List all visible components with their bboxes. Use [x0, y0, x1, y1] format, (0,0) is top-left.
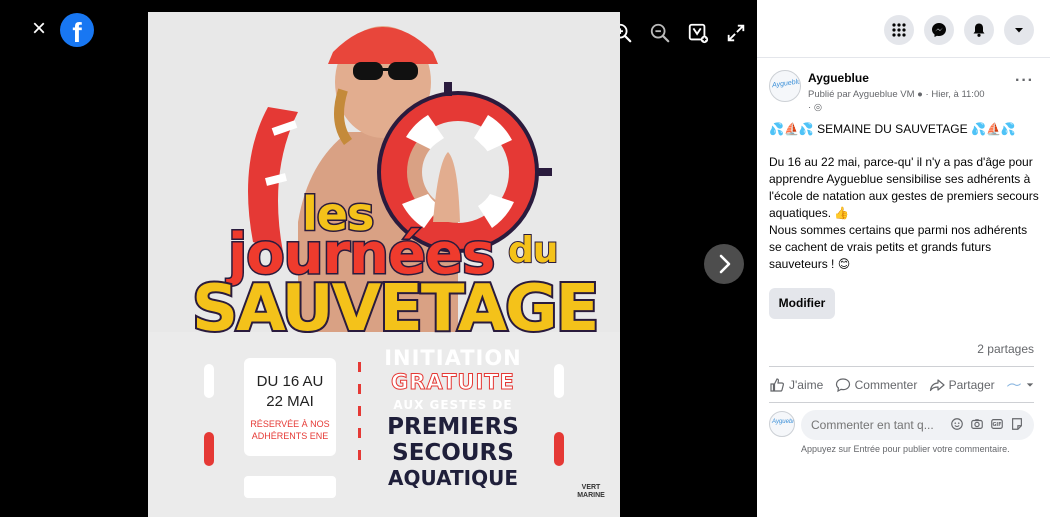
divider: [769, 402, 1034, 403]
post-paragraph-2: Nous sommes certains que parmi nos adhér…: [769, 223, 1028, 271]
brand-line: VERT: [581, 484, 601, 491]
share-label: Partager: [948, 378, 995, 392]
comment-composer: Aygueblue GIF: [769, 410, 1034, 440]
post-meta: Publié par Aygueblue VM ● · Hier, à 11:0…: [808, 88, 1013, 114]
post-header: Aygueblue Aygueblue Publié par Aygueblue…: [757, 58, 1050, 118]
poster-headline-sauvetage: SAUVETAGE: [190, 270, 601, 348]
modify-button[interactable]: Modifier: [769, 288, 835, 319]
public-globe-icon: ◎: [813, 102, 823, 113]
next-photo-button[interactable]: [704, 244, 744, 284]
campaign-poster-image: les journées du SAUVETAGE DU 16 AU 22 MA…: [148, 12, 620, 517]
post-title-line: 💦⛵💦 SEMAINE DU SAUVETAGE 💦⛵💦: [769, 121, 1041, 138]
tag-icon[interactable]: [687, 22, 709, 44]
poster-aquatique: AQUATIQUE: [387, 466, 519, 490]
top-bar: [757, 0, 1050, 58]
poster-aux-gestes: AUX GESTES DE: [393, 398, 513, 412]
comment-tools: GIF: [950, 417, 1024, 431]
poster-divider: [358, 450, 361, 460]
poster-divider: [358, 384, 361, 394]
camera-icon[interactable]: [970, 417, 984, 431]
poster-stripe: [554, 364, 564, 398]
poster-reserved-note: RÉSERVÉE À NOS: [250, 419, 330, 429]
photo-viewer: × f les journées du SAUVETAGE DU 16 AU 2…: [0, 0, 757, 517]
sticker-icon[interactable]: [1010, 417, 1024, 431]
meta-separator: ·: [808, 102, 812, 113]
poster-gratuite: GRATUITE: [391, 370, 515, 395]
poster-divider: [358, 428, 361, 438]
post-actions: J'aime Commenter Partager: [769, 372, 1034, 398]
emoji-smile-icon[interactable]: [950, 417, 964, 431]
share-button[interactable]: Partager: [929, 377, 995, 393]
thumbs-up-emoji-icon: 👍: [834, 206, 850, 220]
chevron-down-icon: [1026, 383, 1034, 387]
account-chevron-icon[interactable]: [1004, 15, 1034, 45]
post-paragraph-1: Du 16 au 22 mai, parce-qu' il n'y a pas …: [769, 155, 1039, 220]
commenter-avatar[interactable]: Aygueblue: [769, 411, 795, 437]
post-paragraph: Du 16 au 22 mai, parce-qu' il n'y a pas …: [769, 154, 1041, 273]
post-author: Publié par Aygueblue VM: [808, 89, 915, 100]
comment-button[interactable]: Commenter: [835, 377, 918, 393]
like-button[interactable]: J'aime: [769, 377, 823, 393]
page-logo-icon: [1006, 383, 1021, 387]
post-title: SEMAINE DU SAUVETAGE: [817, 122, 968, 136]
shares-count[interactable]: 2 partages: [977, 342, 1034, 356]
post-side-panel: Aygueblue Aygueblue Publié par Aygueblue…: [757, 0, 1050, 517]
zoom-out-icon[interactable]: [649, 22, 671, 44]
poster-divider: [358, 406, 361, 416]
comment-hint: Appuyez sur Entrée pour publier votre co…: [801, 444, 1010, 454]
poster-reserved-note: ADHÉRENTS ENE: [251, 431, 329, 441]
poster-initiation-block: INITIATION GRATUITE AUX GESTES DE PREMIE…: [373, 346, 533, 490]
gif-icon[interactable]: GIF: [990, 417, 1004, 431]
poster-stripe: [554, 432, 564, 466]
post-text: 💦⛵💦 SEMAINE DU SAUVETAGE 💦⛵💦 Du 16 au 22…: [769, 121, 1041, 273]
svg-text:GIF: GIF: [993, 422, 1002, 428]
avatar-logo-text: Aygueblue: [771, 77, 801, 90]
poster-initiation: INITIATION: [384, 346, 522, 370]
divider: [769, 366, 1034, 367]
drops-emoji-icon: 💦⛵💦: [769, 122, 814, 136]
poster-date-card: DU 16 AU 22 MAI RÉSERVÉE À NOS ADHÉRENTS…: [244, 358, 336, 456]
thumbs-up-icon: [770, 378, 784, 392]
top-bar-icons: [884, 15, 1034, 45]
page-avatar[interactable]: Aygueblue: [769, 70, 801, 102]
like-label: J'aime: [789, 378, 824, 392]
poster-stripe: [204, 364, 214, 398]
help-circle-icon: ●: [917, 89, 923, 100]
poster-headline-du: du: [507, 229, 559, 272]
comment-label: Commenter: [854, 378, 918, 392]
viewer-toolbar: [611, 22, 747, 44]
poster-premiers: PREMIERS: [387, 414, 519, 440]
poster-secours: SECOURS: [392, 440, 514, 466]
notifications-bell-icon[interactable]: [964, 15, 994, 45]
messenger-icon[interactable]: [924, 15, 954, 45]
post-timestamp[interactable]: · Hier, à 11:00: [926, 89, 985, 100]
poster-date-line: 22 MAI: [266, 393, 314, 410]
post-as-selector[interactable]: [1006, 377, 1034, 393]
facebook-logo-icon[interactable]: f: [60, 13, 94, 47]
poster-divider: [358, 362, 361, 372]
vert-marine-logo: VERT MARINE: [576, 484, 606, 500]
poster-blank-card: [244, 476, 336, 498]
close-viewer-button[interactable]: ×: [28, 17, 50, 41]
fullscreen-icon[interactable]: [725, 22, 747, 44]
share-arrow-icon: [929, 379, 945, 392]
smile-emoji-icon: 😊: [837, 257, 851, 271]
more-options-button[interactable]: ···: [1015, 72, 1034, 90]
poster-date-line: DU 16 AU: [256, 373, 324, 390]
drops-emoji-icon: 💦⛵💦: [971, 122, 1016, 136]
brand-line: MARINE: [577, 492, 605, 499]
poster-stripe: [204, 432, 214, 466]
comment-bubble-icon: [835, 378, 850, 393]
apps-grid-icon[interactable]: [884, 15, 914, 45]
avatar-logo-text: Aygueblue: [772, 419, 794, 425]
page-name-link[interactable]: Aygueblue: [808, 71, 869, 85]
